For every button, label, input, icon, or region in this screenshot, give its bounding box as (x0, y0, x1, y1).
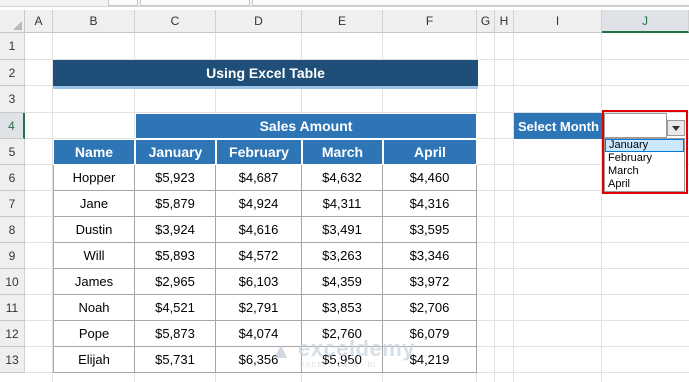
table-name-cell[interactable]: Will (53, 243, 135, 269)
sales-amount-header: Sales Amount (135, 113, 477, 139)
dropdown-option-march[interactable]: March (605, 165, 684, 178)
table-name-cell[interactable]: James (53, 269, 135, 295)
column-header-c[interactable]: C (135, 10, 216, 33)
table-value-cell[interactable]: $4,521 (135, 295, 216, 321)
dropdown-option-january[interactable]: January (605, 139, 684, 152)
column-header-d[interactable]: D (216, 10, 302, 33)
row-header-1[interactable]: 1 (0, 33, 25, 60)
table-value-cell[interactable]: $4,219 (383, 347, 477, 373)
table-value-cell[interactable]: $6,356 (216, 347, 302, 373)
table-value-cell[interactable]: $4,460 (383, 165, 477, 191)
table-value-cell[interactable]: $4,316 (383, 191, 477, 217)
row-header-10[interactable]: 10 (0, 269, 25, 295)
table-header-february: February (216, 139, 302, 165)
table-value-cell[interactable]: $4,616 (216, 217, 302, 243)
table-value-cell[interactable]: $2,706 (383, 295, 477, 321)
table-name-cell[interactable]: Elijah (53, 347, 135, 373)
row-header-5[interactable]: 5 (0, 139, 25, 165)
dropdown-button[interactable] (667, 120, 685, 136)
row-header-7[interactable]: 7 (0, 191, 25, 217)
table-value-cell[interactable]: $5,731 (135, 347, 216, 373)
table-value-cell[interactable]: $3,972 (383, 269, 477, 295)
select-all-corner[interactable] (0, 10, 25, 33)
column-header-e[interactable]: E (302, 10, 383, 33)
table-name-cell[interactable]: Dustin (53, 217, 135, 243)
table-value-cell[interactable]: $3,853 (302, 295, 383, 321)
sheet-tab-fragment[interactable] (140, 0, 250, 6)
row-header-12[interactable]: 12 (0, 321, 25, 347)
table-value-cell[interactable]: $4,572 (216, 243, 302, 269)
table-name-cell[interactable]: Hopper (53, 165, 135, 191)
month-select-cell[interactable] (604, 113, 667, 138)
table-value-cell[interactable]: $3,924 (135, 217, 216, 243)
table-name-cell[interactable]: Jane (53, 191, 135, 217)
table-value-cell[interactable]: $4,359 (302, 269, 383, 295)
page-title: Using Excel Table (53, 60, 478, 86)
select-all-icon (13, 21, 22, 30)
dropdown-option-april[interactable]: April (605, 178, 684, 191)
row-header-8[interactable]: 8 (0, 217, 25, 243)
table-value-cell[interactable]: $2,791 (216, 295, 302, 321)
table-value-cell[interactable]: $4,311 (302, 191, 383, 217)
table-value-cell[interactable]: $5,879 (135, 191, 216, 217)
dropdown-option-february[interactable]: February (605, 152, 684, 165)
table-value-cell[interactable]: $4,074 (216, 321, 302, 347)
table-value-cell[interactable]: $6,103 (216, 269, 302, 295)
title-underline (53, 86, 478, 89)
month-dropdown-list: January February March April (604, 138, 685, 192)
table-value-cell[interactable]: $5,893 (135, 243, 216, 269)
table-value-cell[interactable]: $5,923 (135, 165, 216, 191)
table-value-cell[interactable]: $5,950 (302, 347, 383, 373)
table-value-cell[interactable]: $5,873 (135, 321, 216, 347)
column-header-j[interactable]: J (602, 10, 689, 33)
table-value-cell[interactable]: $4,924 (216, 191, 302, 217)
table-value-cell[interactable]: $3,263 (302, 243, 383, 269)
column-header-b[interactable]: B (53, 10, 135, 33)
table-value-cell[interactable]: $2,760 (302, 321, 383, 347)
table-header-april: April (383, 139, 477, 165)
table-value-cell[interactable]: $2,965 (135, 269, 216, 295)
table-value-cell[interactable]: $4,632 (302, 165, 383, 191)
table-header-name: Name (53, 139, 135, 165)
column-header-h[interactable]: H (495, 10, 514, 33)
table-value-cell[interactable]: $6,079 (383, 321, 477, 347)
table-header-january: January (135, 139, 216, 165)
table-value-cell[interactable]: $3,491 (302, 217, 383, 243)
select-month-label: Select Month (514, 113, 602, 139)
row-header-9[interactable]: 9 (0, 243, 25, 269)
row-header-4[interactable]: 4 (0, 113, 25, 139)
column-header-i[interactable]: I (514, 10, 602, 33)
row-header-2[interactable]: 2 (0, 60, 25, 86)
table-name-cell[interactable]: Noah (53, 295, 135, 321)
row-header-11[interactable]: 11 (0, 295, 25, 321)
sheet-tab-fragment[interactable] (252, 0, 689, 6)
chevron-down-icon (672, 125, 680, 131)
row-header-3[interactable]: 3 (0, 86, 25, 113)
column-header-g[interactable]: G (477, 10, 495, 33)
column-header-f[interactable]: F (383, 10, 477, 33)
row-header-13[interactable]: 13 (0, 347, 25, 373)
row-header-6[interactable]: 6 (0, 165, 25, 191)
table-value-cell[interactable]: $3,346 (383, 243, 477, 269)
sheet-tab-fragment[interactable] (108, 0, 138, 6)
table-value-cell[interactable]: $4,687 (216, 165, 302, 191)
column-header-a[interactable]: A (25, 10, 53, 33)
top-tab-strip (0, 0, 689, 7)
table-value-cell[interactable]: $3,595 (383, 217, 477, 243)
table-name-cell[interactable]: Pope (53, 321, 135, 347)
table-header-march: March (302, 139, 383, 165)
